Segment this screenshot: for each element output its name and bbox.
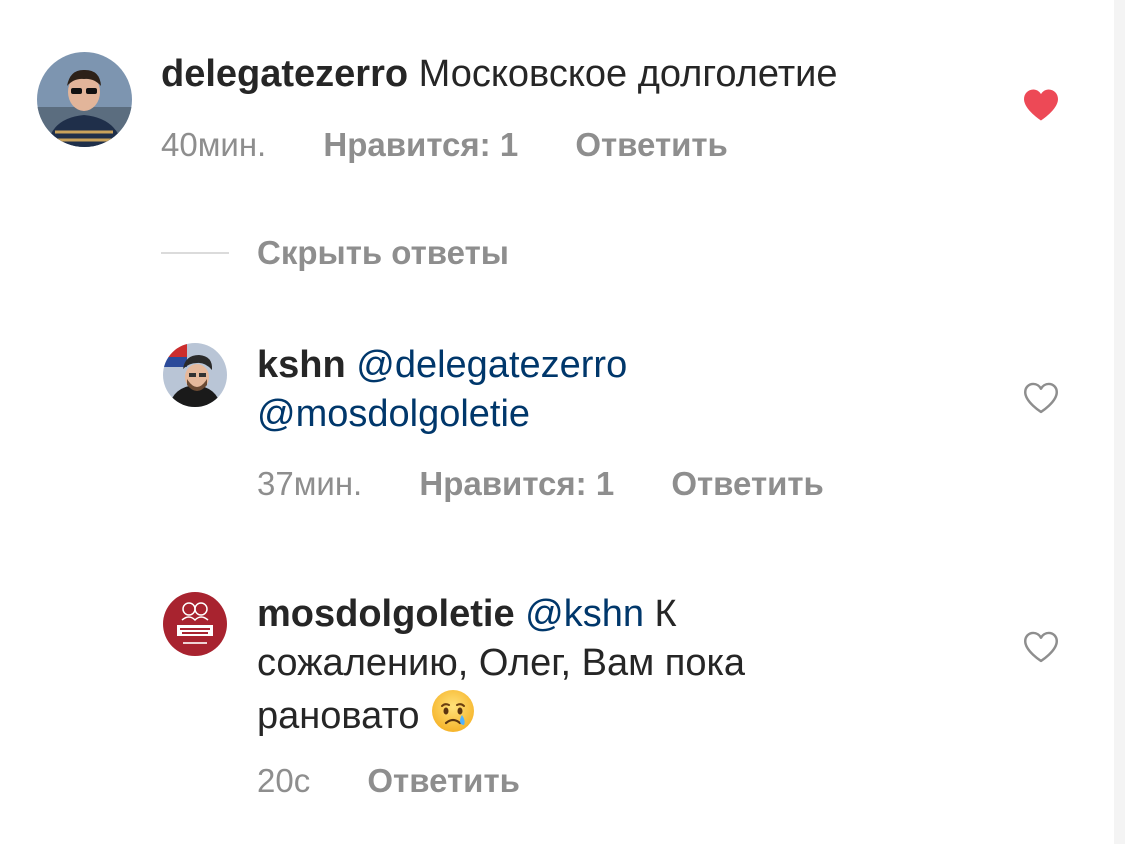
avatar[interactable]: [37, 52, 132, 147]
comment-body: Московское долголетие: [418, 53, 838, 95]
comment-meta: 20с Ответить: [257, 762, 568, 800]
comment-body-line3: рановато: [257, 695, 420, 737]
comment-meta: 37мин. Нравится: 1 Ответить: [257, 465, 872, 503]
heart-filled-icon[interactable]: [1022, 88, 1060, 127]
comment-text: delegatezerro Московское долголетие: [161, 50, 837, 99]
hide-replies-toggle[interactable]: Скрыть ответы: [161, 228, 509, 278]
reply-button[interactable]: Ответить: [367, 762, 520, 799]
crying-face-icon: [430, 688, 476, 747]
timestamp: 40мин.: [161, 126, 267, 163]
timestamp: 37мин.: [257, 465, 363, 502]
likes-count[interactable]: Нравится: 1: [419, 465, 614, 502]
reply-button[interactable]: Ответить: [575, 126, 728, 163]
comment-body-line1: К: [654, 593, 677, 635]
reply-button[interactable]: Ответить: [671, 465, 824, 502]
likes-count[interactable]: Нравится: 1: [323, 126, 518, 163]
avatar[interactable]: [163, 592, 227, 656]
timestamp: 20с: [257, 762, 311, 799]
username[interactable]: delegatezerro: [161, 53, 408, 95]
mention-link[interactable]: @kshn: [525, 593, 644, 635]
username[interactable]: mosdolgoletie: [257, 593, 515, 635]
comment-meta: 40мин. Нравится: 1 Ответить: [161, 126, 776, 164]
heart-outline-icon[interactable]: [1022, 630, 1060, 669]
comment-body-line2: сожалению, Олег, Вам пока: [257, 642, 746, 684]
mention-link[interactable]: @mosdolgoletie: [257, 393, 530, 435]
heart-outline-icon[interactable]: [1022, 381, 1060, 420]
comment-text: kshn @delegatezerro @mosdolgoletie: [257, 341, 627, 439]
username[interactable]: kshn: [257, 344, 346, 386]
scrollbar-track[interactable]: [1114, 0, 1125, 844]
hide-replies-label: Скрыть ответы: [257, 234, 509, 271]
comment-text: mosdolgoletie @kshn К сожалению, Олег, В…: [257, 590, 745, 747]
mention-link[interactable]: @delegatezerro: [356, 344, 627, 386]
divider-line: [161, 252, 229, 254]
avatar[interactable]: [163, 343, 227, 407]
